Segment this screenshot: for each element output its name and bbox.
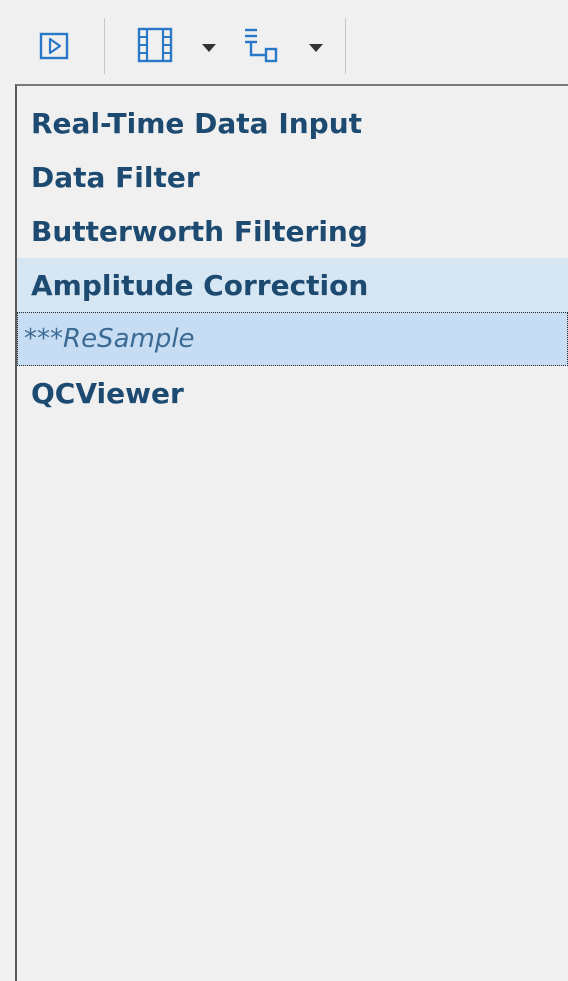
view-mode-button[interactable]: [133, 25, 177, 65]
flow-item[interactable]: Butterworth Filtering: [17, 204, 568, 258]
view-mode-dropdown[interactable]: [195, 34, 223, 62]
toolbar-separator: [345, 18, 346, 74]
play-icon: [39, 32, 69, 60]
run-button[interactable]: [36, 28, 72, 64]
flow-panel: Real-Time Data Input Data Filter Butterw…: [15, 84, 568, 981]
flow-item-selected[interactable]: ***ReSample: [17, 312, 568, 366]
tree-structure-icon: [245, 28, 278, 63]
flow-list: Real-Time Data Input Data Filter Butterw…: [17, 96, 568, 420]
dropdown-arrow-icon: [202, 44, 216, 52]
tree-view-dropdown[interactable]: [302, 34, 330, 62]
dropdown-arrow-icon: [309, 44, 323, 52]
flow-item-highlighted[interactable]: Amplitude Correction: [17, 258, 568, 312]
toolbar-separator: [104, 18, 105, 74]
tree-view-button[interactable]: [238, 24, 288, 66]
flow-item[interactable]: Real-Time Data Input: [17, 96, 568, 150]
flow-item[interactable]: Data Filter: [17, 150, 568, 204]
app-window: Real-Time Data Input Data Filter Butterw…: [0, 0, 568, 981]
film-strip-icon: [137, 27, 173, 63]
toolbar: [0, 0, 568, 84]
flow-item[interactable]: QCViewer: [17, 366, 568, 420]
